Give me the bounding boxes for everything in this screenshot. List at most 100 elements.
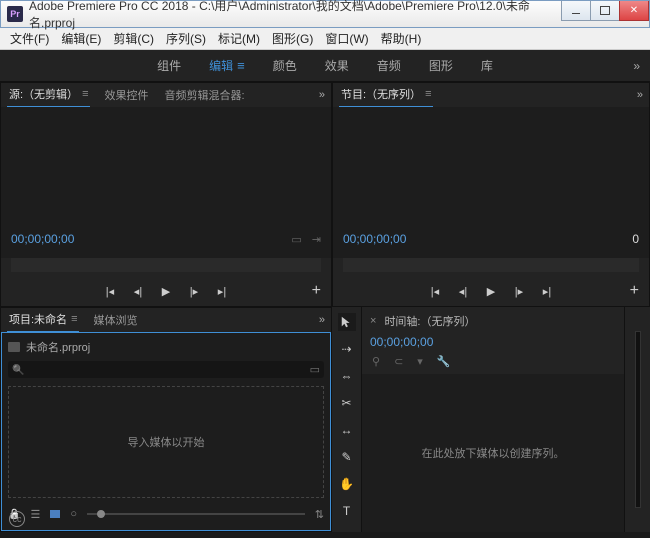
hamburger-icon[interactable]	[237, 58, 245, 73]
app-icon: Pr	[7, 6, 23, 22]
program-monitor-panel: 节目:（无序列） 00;00;00;00 0 |◂ ◂| ▶ |▸ ▸| +	[332, 82, 650, 307]
menu-help[interactable]: 帮助(H)	[375, 28, 428, 49]
timeline-drop-zone[interactable]: 在此处放下媒体以创建序列。	[362, 374, 624, 532]
main-grid: 源:（无剪辑） 效果控件 音频剪辑混合器: 00;00;00;00 ▭ ⇥ |◂…	[0, 82, 650, 538]
menu-file[interactable]: 文件(F)	[4, 28, 55, 49]
sync-settings-icon[interactable]	[9, 511, 25, 527]
go-to-in-button[interactable]: |◂	[428, 284, 442, 298]
tab-media-browser[interactable]: 媒体浏览	[91, 308, 139, 332]
window-titlebar: Pr Adobe Premiere Pro CC 2018 - C:\用户\Ad…	[0, 0, 650, 28]
menu-clip[interactable]: 剪辑(C)	[107, 28, 160, 49]
source-monitor-viewport: 00;00;00;00 ▭ ⇥	[1, 107, 331, 258]
slip-tool[interactable]: ↔	[338, 421, 356, 439]
panel-overflow-icon[interactable]	[637, 89, 643, 101]
menu-marker[interactable]: 标记(M)	[212, 28, 266, 49]
workspace-overflow-button[interactable]: »	[633, 59, 640, 73]
selection-tool[interactable]	[338, 313, 356, 331]
tab-project[interactable]: 项目:未命名	[7, 307, 79, 333]
go-to-in-button[interactable]: |◂	[103, 284, 117, 298]
project-panel-tabs: 项目:未命名 媒体浏览	[1, 308, 331, 332]
type-tool[interactable]: T	[338, 502, 356, 520]
step-forward-button[interactable]: |▸	[187, 284, 201, 298]
project-panel: 项目:未命名 媒体浏览 未命名.prproj 导入媒体以开始 ⇅	[0, 307, 332, 532]
button-editor-icon[interactable]: +	[312, 282, 321, 300]
workspace-audio[interactable]: 音频	[377, 57, 401, 74]
search-input[interactable]	[24, 364, 309, 376]
source-transport: |◂ ◂| ▶ |▸ ▸| +	[1, 276, 331, 306]
program-transport: |◂ ◂| ▶ |▸ ▸| +	[333, 276, 649, 306]
project-footer: ⇅	[8, 504, 324, 524]
panel-overflow-icon[interactable]	[319, 89, 325, 101]
tab-source[interactable]: 源:（无剪辑）	[7, 82, 90, 108]
workspace-assembly[interactable]: 组件	[157, 57, 181, 74]
timeline-timecode[interactable]: 00;00;00;00	[362, 335, 624, 355]
linked-selection-icon[interactable]: ⊂	[394, 355, 403, 368]
go-to-out-button[interactable]: ▸|	[540, 284, 554, 298]
workspace-graphics[interactable]: 图形	[429, 57, 453, 74]
close-button[interactable]	[619, 1, 649, 21]
program-duration: 0	[632, 232, 639, 246]
menu-graphics[interactable]: 图形(G)	[266, 28, 319, 49]
menu-sequence[interactable]: 序列(S)	[160, 28, 212, 49]
step-back-button[interactable]: ◂|	[456, 284, 470, 298]
go-to-out-button[interactable]: ▸|	[215, 284, 229, 298]
new-bin-icon[interactable]	[310, 363, 320, 376]
list-view-button[interactable]	[30, 508, 40, 521]
track-select-tool[interactable]: ⇢	[338, 340, 356, 358]
audio-meter[interactable]	[635, 331, 641, 508]
timeline-tab-label[interactable]: 时间轴:（无序列）	[384, 313, 475, 329]
audio-meter-panel	[624, 307, 650, 532]
tool-palette: ⇢ ⇔ ✂ ↔ ✎ ✋ T	[332, 307, 362, 532]
step-icon[interactable]: ⇥	[312, 233, 321, 246]
freeform-view-button[interactable]	[70, 508, 77, 520]
minimize-button[interactable]	[561, 1, 591, 21]
zoom-slider[interactable]	[87, 513, 305, 515]
settings-icon[interactable]: 🔧	[437, 355, 451, 368]
workspace-library[interactable]: 库	[481, 57, 493, 74]
project-drop-zone[interactable]: 导入媒体以开始	[8, 386, 324, 498]
hand-tool[interactable]: ✋	[338, 475, 356, 493]
sort-icon[interactable]: ⇅	[315, 508, 324, 521]
workspace-editing[interactable]: 编辑	[209, 57, 245, 74]
project-search[interactable]	[8, 361, 324, 378]
panel-menu-icon[interactable]	[71, 313, 77, 325]
menu-bar: 文件(F) 编辑(E) 剪辑(C) 序列(S) 标记(M) 图形(G) 窗口(W…	[0, 28, 650, 50]
workspace-tabs: 组件 编辑 颜色 效果 音频 图形 库 »	[0, 50, 650, 82]
tab-effect-controls[interactable]: 效果控件	[102, 83, 150, 107]
source-timecode[interactable]: 00;00;00;00	[11, 232, 74, 246]
marker-icon[interactable]: ▾	[417, 355, 423, 368]
workspace-effects[interactable]: 效果	[325, 57, 349, 74]
ripple-edit-tool[interactable]: ⇔	[338, 367, 356, 385]
tab-audio-clip-mixer[interactable]: 音频剪辑混合器:	[162, 83, 246, 107]
workspace-color[interactable]: 颜色	[273, 57, 297, 74]
program-timecode[interactable]: 00;00;00;00	[343, 232, 406, 246]
menu-edit[interactable]: 编辑(E)	[55, 28, 107, 49]
pen-tool[interactable]: ✎	[338, 448, 356, 466]
step-forward-button[interactable]: |▸	[512, 284, 526, 298]
snap-icon[interactable]: ⚲	[372, 355, 380, 368]
close-panel-icon[interactable]	[370, 315, 376, 327]
button-editor-icon[interactable]: +	[630, 282, 639, 300]
play-button[interactable]: ▶	[484, 284, 498, 298]
program-scrubber[interactable]	[343, 258, 639, 272]
window-controls	[562, 1, 649, 27]
timeline-header-icons: ⚲ ⊂ ▾ 🔧	[362, 355, 624, 374]
tab-program[interactable]: 节目:（无序列）	[339, 82, 433, 108]
source-panel-tabs: 源:（无剪辑） 效果控件 音频剪辑混合器:	[1, 83, 331, 107]
source-scrubber[interactable]	[11, 258, 321, 272]
play-button[interactable]: ▶	[159, 284, 173, 298]
panel-overflow-icon[interactable]	[319, 314, 325, 326]
fit-icon[interactable]: ▭	[291, 233, 301, 246]
maximize-button[interactable]	[590, 1, 620, 21]
step-back-button[interactable]: ◂|	[131, 284, 145, 298]
program-monitor-viewport: 00;00;00;00 0	[333, 107, 649, 258]
bottom-right-group: ⇢ ⇔ ✂ ↔ ✎ ✋ T 时间轴:（无序列） 00;00;00;00 ⚲ ⊂ …	[332, 307, 650, 532]
project-file-icon	[8, 342, 20, 352]
panel-menu-icon[interactable]	[425, 88, 431, 100]
source-monitor-panel: 源:（无剪辑） 效果控件 音频剪辑混合器: 00;00;00;00 ▭ ⇥ |◂…	[0, 82, 332, 307]
panel-menu-icon[interactable]	[82, 88, 88, 100]
project-file-name: 未命名.prproj	[26, 339, 90, 355]
razor-tool[interactable]: ✂	[338, 394, 356, 412]
menu-window[interactable]: 窗口(W)	[319, 28, 374, 49]
icon-view-button[interactable]	[50, 510, 60, 518]
